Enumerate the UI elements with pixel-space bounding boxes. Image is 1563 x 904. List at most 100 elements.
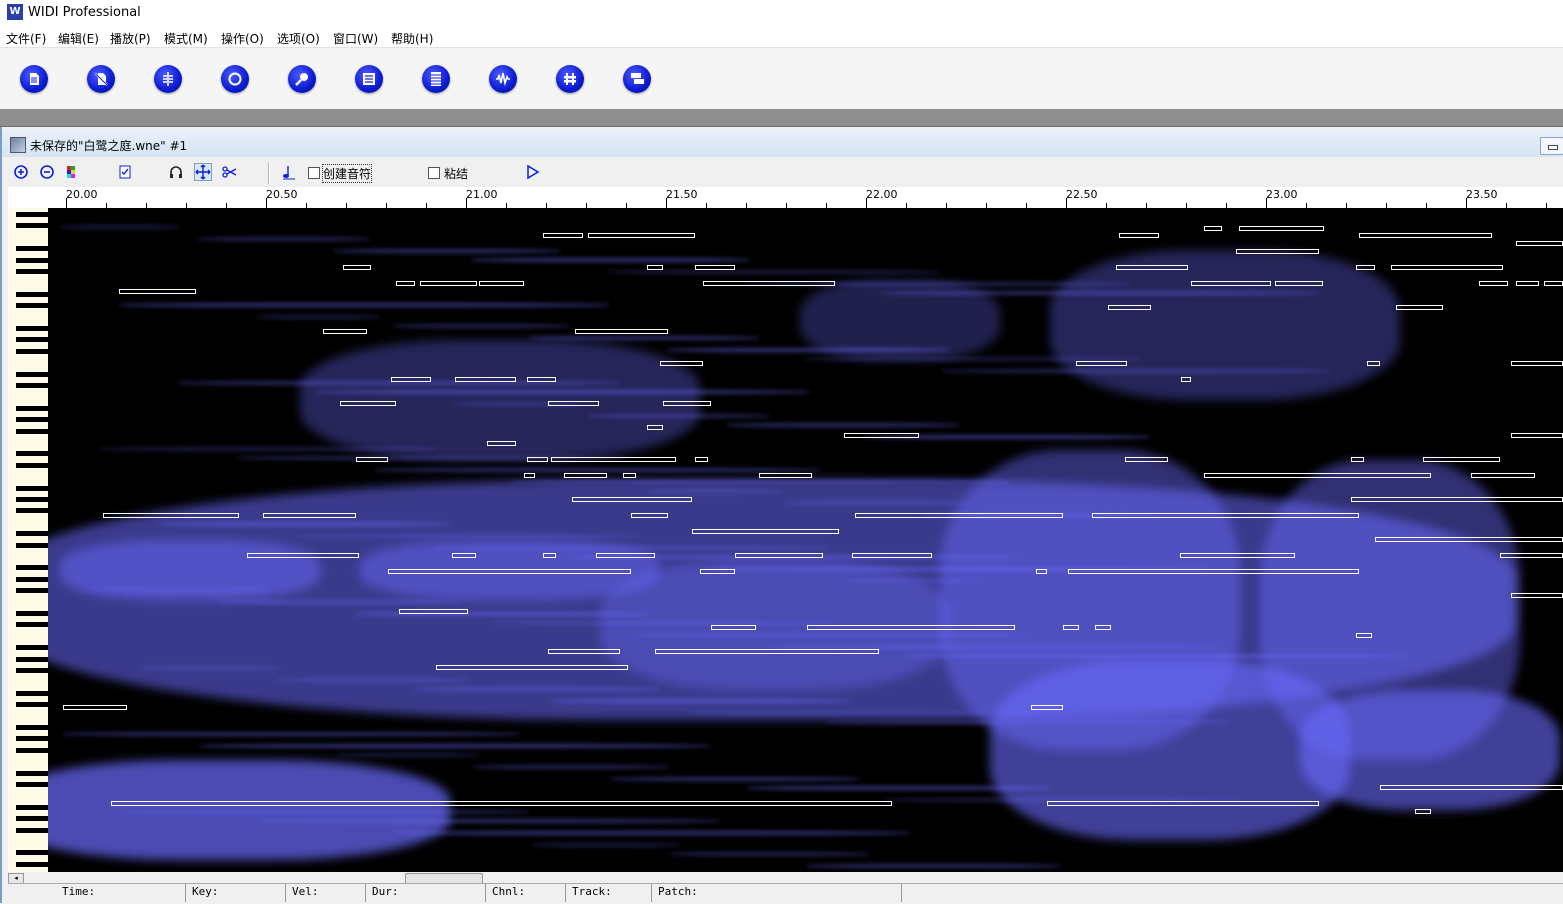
note-rectangle[interactable] bbox=[1351, 457, 1364, 462]
note-rectangle[interactable] bbox=[588, 233, 695, 238]
note-rectangle[interactable] bbox=[711, 625, 756, 630]
note-rectangle[interactable] bbox=[663, 401, 711, 406]
note-rectangle[interactable] bbox=[647, 425, 663, 430]
menu-file[interactable]: 文件(F) bbox=[6, 30, 46, 47]
note-rectangle[interactable] bbox=[340, 401, 396, 406]
cut-tool-button[interactable] bbox=[221, 164, 237, 180]
note-rectangle[interactable] bbox=[700, 569, 735, 574]
note-rectangle[interactable] bbox=[647, 265, 663, 270]
zoom-out-button[interactable] bbox=[39, 164, 55, 180]
note-rectangle[interactable] bbox=[1191, 281, 1271, 286]
note-rectangle[interactable] bbox=[1180, 553, 1295, 558]
note-rectangle[interactable] bbox=[1415, 809, 1431, 814]
note-rectangle[interactable] bbox=[844, 433, 919, 438]
menu-window[interactable]: 窗口(W) bbox=[333, 30, 378, 47]
note-rectangle[interactable] bbox=[735, 553, 823, 558]
menu-help[interactable]: 帮助(H) bbox=[391, 30, 433, 47]
note-rectangle[interactable] bbox=[1356, 633, 1372, 638]
note-rectangle[interactable] bbox=[1479, 281, 1508, 286]
note-rectangle[interactable] bbox=[759, 473, 812, 478]
note-rectangle[interactable] bbox=[852, 553, 932, 558]
note-rectangle[interactable] bbox=[103, 513, 239, 518]
note-rectangle[interactable] bbox=[543, 553, 556, 558]
mixer-button[interactable] bbox=[556, 65, 584, 93]
bars-button[interactable] bbox=[422, 65, 450, 93]
note-rectangle[interactable] bbox=[596, 553, 655, 558]
note-rectangle[interactable] bbox=[1359, 233, 1492, 238]
note-rectangle[interactable] bbox=[548, 649, 620, 654]
note-rectangle[interactable] bbox=[855, 513, 1063, 518]
piano-keyboard[interactable] bbox=[8, 208, 54, 872]
note-rectangle[interactable] bbox=[391, 377, 431, 382]
note-rectangle[interactable] bbox=[1396, 305, 1443, 310]
menu-operate[interactable]: 操作(O) bbox=[221, 30, 264, 47]
zoom-in-button[interactable] bbox=[13, 164, 29, 180]
note-rectangle[interactable] bbox=[111, 801, 892, 806]
note-rectangle[interactable] bbox=[399, 609, 468, 614]
note-rectangle[interactable] bbox=[564, 473, 607, 478]
note-rectangle[interactable] bbox=[388, 569, 631, 574]
move-tool-button[interactable] bbox=[194, 163, 212, 181]
note-rectangle[interactable] bbox=[1204, 226, 1222, 231]
note-rectangle[interactable] bbox=[551, 457, 676, 462]
note-rectangle[interactable] bbox=[1423, 457, 1500, 462]
note-rectangle[interactable] bbox=[1375, 537, 1563, 542]
paste-checkbox[interactable] bbox=[428, 167, 440, 179]
note-rectangle[interactable] bbox=[487, 441, 516, 446]
note-rectangle[interactable] bbox=[1380, 785, 1563, 790]
piano-roll-spectrogram[interactable] bbox=[48, 208, 1563, 872]
menu-edit[interactable]: 编辑(E) bbox=[58, 30, 99, 47]
note-rectangle[interactable] bbox=[323, 329, 367, 334]
note-rectangle[interactable] bbox=[1500, 553, 1563, 558]
note-rectangle[interactable] bbox=[63, 705, 127, 710]
note-rectangle[interactable] bbox=[703, 281, 835, 286]
stack-button[interactable] bbox=[623, 65, 651, 93]
note-rectangle[interactable] bbox=[1181, 377, 1191, 382]
note-rectangle[interactable] bbox=[1367, 361, 1380, 366]
note-rectangle[interactable] bbox=[1544, 281, 1563, 286]
note-rectangle[interactable] bbox=[527, 377, 556, 382]
note-rectangle[interactable] bbox=[548, 401, 599, 406]
note-rectangle[interactable] bbox=[1511, 593, 1563, 598]
note-rectangle[interactable] bbox=[1351, 497, 1563, 502]
note-rectangle[interactable] bbox=[119, 289, 196, 294]
search-button[interactable] bbox=[288, 65, 316, 93]
note-rectangle[interactable] bbox=[575, 329, 668, 334]
note-rectangle[interactable] bbox=[1239, 226, 1324, 231]
note-rectangle[interactable] bbox=[527, 457, 548, 462]
wave-button[interactable] bbox=[489, 65, 517, 93]
note-button[interactable] bbox=[281, 164, 297, 180]
note-rectangle[interactable] bbox=[543, 233, 583, 238]
note-rectangle[interactable] bbox=[1092, 513, 1359, 518]
split-button[interactable] bbox=[154, 65, 182, 93]
note-rectangle[interactable] bbox=[1356, 265, 1375, 270]
note-rectangle[interactable] bbox=[660, 361, 703, 366]
note-rectangle[interactable] bbox=[436, 665, 628, 670]
note-rectangle[interactable] bbox=[1391, 265, 1503, 270]
note-rectangle[interactable] bbox=[452, 553, 476, 558]
note-rectangle[interactable] bbox=[1471, 473, 1535, 478]
restore-button[interactable] bbox=[1540, 137, 1563, 155]
checklist-button[interactable] bbox=[117, 164, 133, 180]
note-rectangle[interactable] bbox=[455, 377, 516, 382]
note-rectangle[interactable] bbox=[1095, 625, 1111, 630]
note-rectangle[interactable] bbox=[1511, 433, 1563, 438]
new-document-button[interactable] bbox=[20, 65, 48, 93]
note-rectangle[interactable] bbox=[1511, 361, 1563, 366]
headphones-button[interactable] bbox=[168, 164, 184, 180]
note-rectangle[interactable] bbox=[623, 473, 636, 478]
note-rectangle[interactable] bbox=[1275, 281, 1323, 286]
note-rectangle[interactable] bbox=[1125, 457, 1168, 462]
note-rectangle[interactable] bbox=[572, 497, 692, 502]
note-rectangle[interactable] bbox=[420, 281, 477, 286]
note-rectangle[interactable] bbox=[1108, 305, 1151, 310]
note-rectangle[interactable] bbox=[1047, 801, 1319, 806]
note-rectangle[interactable] bbox=[1516, 281, 1539, 286]
note-rectangle[interactable] bbox=[1516, 241, 1563, 246]
note-rectangle[interactable] bbox=[1116, 265, 1188, 270]
no-edit-button[interactable] bbox=[87, 65, 115, 93]
note-rectangle[interactable] bbox=[692, 529, 839, 534]
note-rectangle[interactable] bbox=[655, 649, 879, 654]
menu-play[interactable]: 播放(P) bbox=[110, 30, 151, 47]
list-button[interactable] bbox=[355, 65, 383, 93]
